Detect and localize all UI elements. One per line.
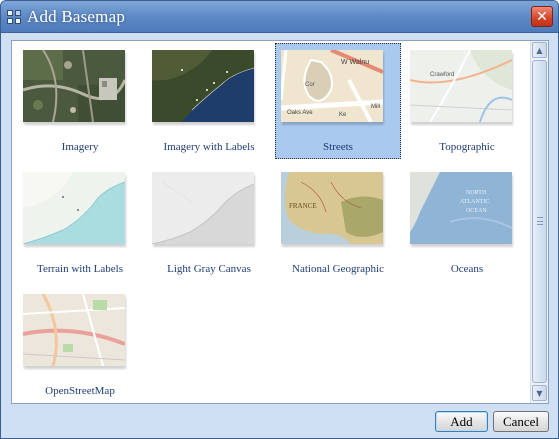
town-label: Crawford xyxy=(430,72,454,78)
arrow-up-icon: ▲ xyxy=(536,45,543,55)
tile-label: Imagery with Labels xyxy=(163,141,255,153)
openstreetmap-thumbnail xyxy=(23,294,125,366)
vertical-scrollbar[interactable]: ▲ ▼ xyxy=(530,41,548,403)
imagery-with-labels-thumbnail xyxy=(152,50,254,122)
scroll-down-button[interactable]: ▼ xyxy=(532,385,547,401)
imagery-thumbnail xyxy=(23,50,125,122)
tile-label: Light Gray Canvas xyxy=(167,263,251,275)
basemap-tile-topographic[interactable]: Crawford Topographic xyxy=(404,43,530,159)
light-gray-canvas-thumbnail xyxy=(152,172,254,244)
terrain-with-labels-thumbnail xyxy=(23,172,125,244)
basemap-gallery: Imagery Imagery with Labels W Walnu Oaks… xyxy=(11,40,549,404)
basemap-tile-terrain-with-labels[interactable]: Terrain with Labels xyxy=(17,165,143,281)
dialog-title: Add Basemap xyxy=(27,7,126,26)
streets-thumbnail: W Walnu Oaks Ave Ke Mill Cor xyxy=(281,50,383,122)
add-button[interactable]: Add xyxy=(435,411,488,432)
close-button[interactable]: ✕ xyxy=(531,6,553,27)
tile-label: Terrain with Labels xyxy=(37,263,123,275)
tile-label: Topographic xyxy=(439,141,495,153)
street-label: Cor xyxy=(305,82,315,88)
tile-label: Imagery xyxy=(61,141,99,153)
street-label: Mill xyxy=(371,104,380,110)
cancel-button[interactable]: Cancel xyxy=(493,411,549,432)
basemap-tile-imagery-with-labels[interactable]: Imagery with Labels xyxy=(146,43,272,159)
tile-label: National Geographic xyxy=(292,263,384,275)
ocean-label: NORTH xyxy=(466,190,487,196)
oceans-thumbnail: NORTH ATLANTIC OCEAN xyxy=(410,172,512,244)
ocean-label: ATLANTIC xyxy=(460,199,489,205)
basemap-tile-streets[interactable]: W Walnu Oaks Ave Ke Mill Cor Streets xyxy=(275,43,401,159)
country-label: FRANCE xyxy=(289,202,317,210)
scroll-up-button[interactable]: ▲ xyxy=(532,42,547,58)
basemap-tile-light-gray-canvas[interactable]: Light Gray Canvas xyxy=(146,165,272,281)
tile-label: Streets xyxy=(323,141,353,153)
grip-icon xyxy=(537,217,543,225)
basemap-tile-national-geographic[interactable]: FRANCE National Geographic xyxy=(275,165,401,281)
national-geographic-thumbnail: FRANCE xyxy=(281,172,383,244)
add-basemap-dialog: Add Basemap ✕ Imagery Imagery with Label… xyxy=(0,0,559,439)
street-label: Ke xyxy=(339,112,347,118)
basemap-tile-imagery[interactable]: Imagery xyxy=(17,43,143,159)
tile-label: OpenStreetMap xyxy=(45,385,115,397)
scroll-thumb[interactable] xyxy=(532,60,547,383)
basemap-tile-openstreetmap[interactable]: OpenStreetMap xyxy=(17,287,143,403)
ocean-label: OCEAN xyxy=(466,208,487,214)
street-label: W Walnu xyxy=(341,59,369,66)
close-icon: ✕ xyxy=(536,8,548,25)
arrow-down-icon: ▼ xyxy=(536,388,543,398)
basemap-tile-oceans[interactable]: NORTH ATLANTIC OCEAN Oceans xyxy=(404,165,530,281)
title-bar[interactable]: Add Basemap ✕ xyxy=(1,1,558,33)
tile-label: Oceans xyxy=(450,263,484,275)
basemap-grid-icon xyxy=(7,10,21,24)
street-label: Oaks Ave xyxy=(287,110,313,116)
topographic-thumbnail: Crawford xyxy=(410,50,512,122)
